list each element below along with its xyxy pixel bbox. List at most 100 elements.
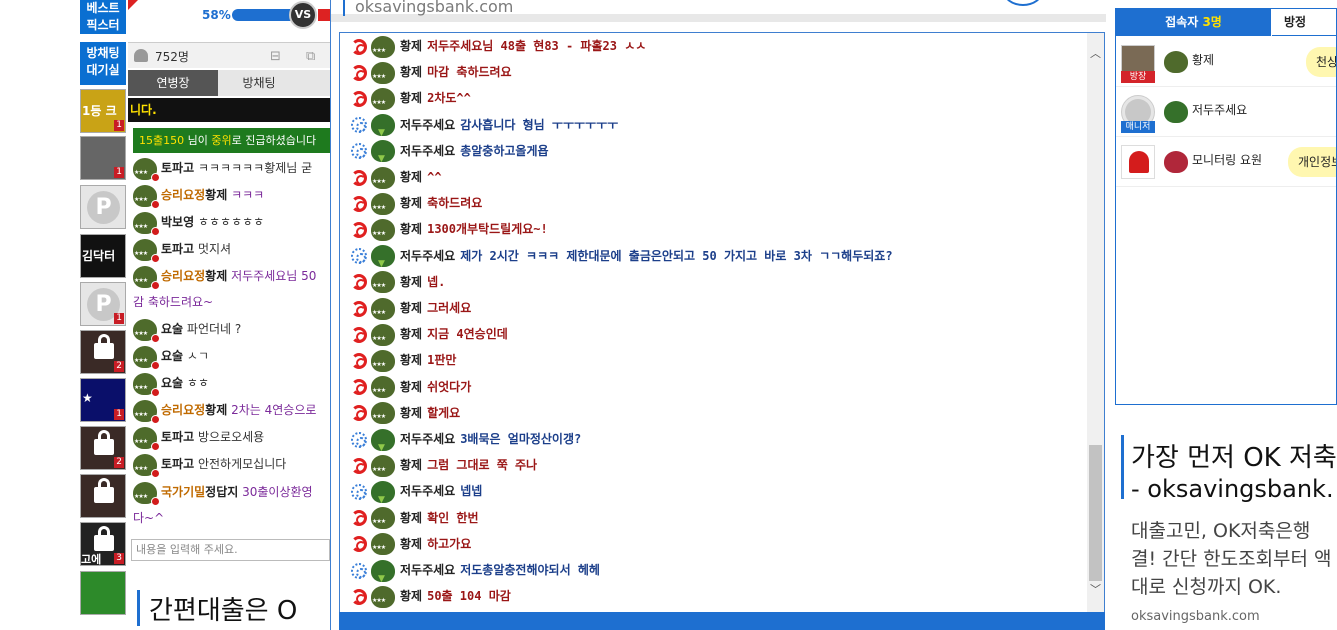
- host-mark-icon: [351, 38, 367, 55]
- room-thumbnail[interactable]: 2: [80, 426, 126, 470]
- message-nick[interactable]: 황제: [400, 380, 422, 394]
- message-nick-2[interactable]: 황제: [205, 269, 227, 283]
- url-text[interactable]: oksavingsbank.com: [355, 0, 513, 16]
- room-thumbnail[interactable]: 김닥터: [80, 234, 126, 278]
- message-nick[interactable]: 박보영: [161, 215, 194, 229]
- message-nick-2[interactable]: 정답지: [205, 485, 238, 499]
- message-text: 2차는 4연승으로: [231, 403, 317, 417]
- popout-icon[interactable]: ⧉: [306, 49, 315, 64]
- scroll-up-icon[interactable]: ︿: [1087, 45, 1104, 62]
- message-nick[interactable]: 황제: [400, 39, 422, 53]
- tab-barracks[interactable]: 연병장: [128, 70, 218, 96]
- host-mark-icon: [351, 90, 367, 107]
- ad-banner-right[interactable]: 가장 먼저 OK 저축 - oksavingsbank. 대출고민, OK저축은…: [1115, 415, 1337, 630]
- chat-input[interactable]: 내용을 입력해 주세요.: [131, 539, 330, 561]
- message-nick[interactable]: 승리요정: [161, 403, 205, 417]
- user-avatar-icon: [133, 318, 160, 347]
- message-nick[interactable]: 저두주세요: [400, 118, 455, 132]
- message-nick[interactable]: 요술: [161, 322, 183, 336]
- room-thumbnail[interactable]: [80, 571, 126, 615]
- ad-left-text: 간편대출은 O: [149, 596, 298, 626]
- message-nick[interactable]: 저두주세요: [400, 484, 455, 498]
- user-row[interactable]: 방장 황제 천상: [1116, 37, 1336, 87]
- scroll-thumb[interactable]: [1089, 445, 1102, 581]
- message-nick[interactable]: 황제: [400, 537, 422, 551]
- member-mark-icon: [351, 562, 367, 579]
- best-picker-button[interactable]: 베스트 픽스터: [80, 0, 126, 34]
- message-nick[interactable]: 토파고: [161, 161, 194, 175]
- message-nick[interactable]: 저두주세요: [400, 144, 455, 158]
- tab-connected-users[interactable]: 접속자 3명: [1116, 9, 1271, 36]
- tab-room-chat[interactable]: 방채팅: [219, 70, 299, 96]
- message-nick[interactable]: 황제: [400, 170, 422, 184]
- user-icon: [134, 49, 148, 62]
- message-nick[interactable]: 요술: [161, 349, 183, 363]
- room-thumbnail[interactable]: P1: [80, 282, 126, 326]
- siren-icon: [1129, 151, 1149, 173]
- room-thumbnail[interactable]: 1등 크 1: [80, 89, 126, 133]
- message-text: 그러세요: [427, 301, 472, 315]
- room-thumbnail[interactable]: ★ 1: [80, 378, 126, 422]
- chat-scrollbar[interactable]: ︿ ﹀: [1087, 33, 1104, 615]
- message-nick[interactable]: 국가기밀: [161, 485, 205, 499]
- message-nick[interactable]: 황제: [400, 458, 422, 472]
- chat-message: 토파고 방으로오세용: [133, 424, 265, 455]
- message-nick[interactable]: 저두주세요: [400, 432, 455, 446]
- room-thumbnail[interactable]: 2: [80, 330, 126, 374]
- message-text: ㅅㄱ: [186, 349, 210, 363]
- message-nick[interactable]: 요술: [161, 376, 183, 390]
- host-mark-icon: [351, 326, 367, 343]
- ad-right-url: - oksavingsbank.: [1131, 475, 1334, 503]
- room-chat-lobby-button[interactable]: 방채팅 대기실: [80, 42, 126, 85]
- message-nick[interactable]: 황제: [400, 327, 422, 341]
- user-avatar-icon: [371, 454, 395, 483]
- message-nick[interactable]: 승리요정: [161, 269, 205, 283]
- message-nick[interactable]: 황제: [400, 353, 422, 367]
- message-nick[interactable]: 토파고: [161, 457, 194, 471]
- message-nick[interactable]: 승리요정: [161, 188, 205, 202]
- room-thumbnail[interactable]: 고에 3: [80, 522, 126, 566]
- user-avatar-icon: [371, 87, 395, 116]
- user-row[interactable]: 모니터링 요원 개인정보: [1116, 137, 1336, 187]
- ad-banner-left[interactable]: 간편대출은 O: [137, 588, 330, 630]
- message-nick[interactable]: 황제: [400, 65, 422, 79]
- room-thumbnail[interactable]: [80, 474, 126, 518]
- user-name[interactable]: 저두주세요: [1192, 101, 1247, 118]
- user-avatar-icon: [371, 271, 395, 299]
- tab-room-info[interactable]: 방정: [1272, 9, 1336, 36]
- message-nick[interactable]: 토파고: [161, 242, 194, 256]
- message-nick-2[interactable]: 황제: [205, 403, 227, 417]
- chat-message: 저두주세요 넵넵: [351, 478, 482, 513]
- message-nick[interactable]: 황제: [400, 196, 422, 210]
- chat-message: 저두주세요 감사흡니다 형님 ㅜㅜㅜㅜㅜㅜ: [351, 112, 618, 146]
- message-nick[interactable]: 황제: [400, 511, 422, 525]
- thumbnail-label: 1등 크: [82, 104, 117, 118]
- message-nick[interactable]: 황제: [400, 222, 422, 236]
- message-nick[interactable]: 황제: [400, 275, 422, 289]
- message-nick[interactable]: 토파고: [161, 430, 194, 444]
- message-text: 마감 축하드려요: [427, 65, 512, 80]
- user-avatar-icon: [1164, 101, 1188, 123]
- tab-connected-count: 3명: [1202, 15, 1222, 29]
- user-name[interactable]: 황제: [1192, 51, 1214, 68]
- host-mark-icon: [351, 536, 367, 553]
- lock-icon: [94, 526, 114, 551]
- message-nick[interactable]: 황제: [400, 301, 422, 315]
- rank-badge-icon: [151, 253, 160, 263]
- message-text: 안전하게모십니다: [197, 457, 287, 471]
- scroll-down-icon[interactable]: ﹀: [1087, 581, 1104, 598]
- user-name[interactable]: 모니터링 요원: [1192, 151, 1262, 168]
- message-nick[interactable]: 황제: [400, 589, 422, 603]
- room-thumbnail[interactable]: 1: [80, 136, 126, 180]
- list-icon[interactable]: ⊟: [270, 49, 281, 64]
- ad-circle-icon[interactable]: [1003, 0, 1043, 6]
- room-thumbnail[interactable]: P: [80, 185, 126, 229]
- message-nick-2[interactable]: 황제: [205, 188, 227, 202]
- user-row[interactable]: 매니저 저두주세요: [1116, 87, 1336, 137]
- message-text: 방으로오세용: [197, 430, 265, 444]
- message-nick[interactable]: 황제: [400, 406, 422, 420]
- rank-badge-icon: [151, 172, 160, 182]
- message-nick[interactable]: 저두주세요: [400, 249, 455, 263]
- message-nick[interactable]: 저두주세요: [400, 563, 455, 577]
- message-nick[interactable]: 황제: [400, 91, 422, 105]
